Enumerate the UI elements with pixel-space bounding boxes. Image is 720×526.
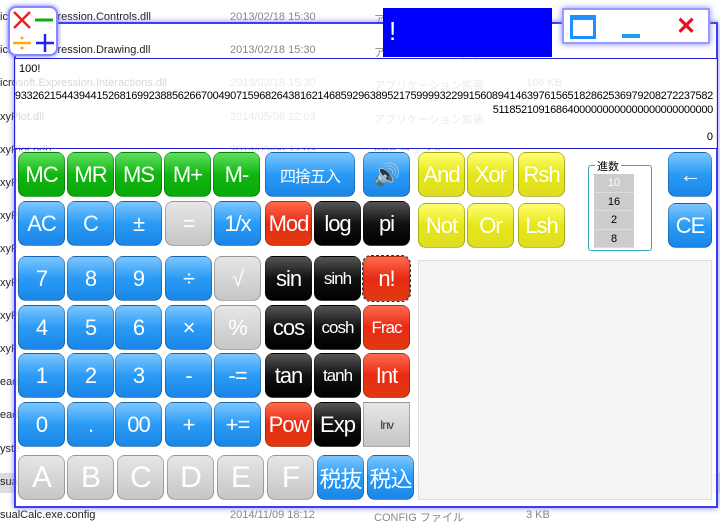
key-or-button[interactable]: Or <box>467 203 514 248</box>
key-4-button[interactable]: 4 <box>18 305 65 350</box>
key-ms-button[interactable]: MS <box>115 152 162 197</box>
maximize-icon[interactable] <box>570 15 596 39</box>
key-sinh-button[interactable]: sinh <box>314 256 361 301</box>
key-7-button[interactable]: 7 <box>18 256 65 301</box>
key-exp-button[interactable]: Exp <box>314 402 361 447</box>
history-panel <box>418 260 712 500</box>
key-sym42-button[interactable]: + <box>165 402 212 447</box>
alert-banner: ! <box>383 8 552 57</box>
app-logo-icon <box>8 6 58 56</box>
radix-option[interactable]: 2 <box>594 211 634 230</box>
key-sym61-button[interactable]: ← <box>668 152 712 197</box>
key-frac-button[interactable]: Frac <box>363 305 410 350</box>
key-m-button[interactable]: M+ <box>164 152 211 197</box>
radix-list[interactable]: 10 16 2 8 <box>594 174 634 248</box>
key-sym35-button[interactable]: -= <box>214 353 261 398</box>
radix-label: 進数 <box>595 158 621 174</box>
key-cos-button[interactable]: cos <box>265 305 312 350</box>
key-sym43-button[interactable]: += <box>214 402 261 447</box>
key-8-button[interactable]: 8 <box>67 256 114 301</box>
key-mr-button[interactable]: MR <box>67 152 114 197</box>
key-d-button[interactable]: D <box>167 455 214 500</box>
result-text: 9332621544394415268169923885626670049071… <box>14 90 713 116</box>
key-sym9-button[interactable]: ± <box>115 201 162 246</box>
key-1-button[interactable]: 1 <box>18 353 65 398</box>
file-type: CONFIG ファイル <box>374 512 464 524</box>
key-f-button[interactable]: F <box>267 455 314 500</box>
key-c-button[interactable]: C <box>67 201 114 246</box>
key-sin-button[interactable]: sin <box>265 256 312 301</box>
radix-group: 進数 10 16 2 8 <box>588 158 652 251</box>
key-sym6-button[interactable]: 🔊 <box>363 152 410 197</box>
radix-option[interactable]: 10 <box>594 174 634 193</box>
file-size: 3 KB <box>526 509 550 521</box>
key-rsh-button[interactable]: Rsh <box>518 152 565 197</box>
close-icon[interactable]: ✕ <box>676 12 696 41</box>
key-lsh-button[interactable]: Lsh <box>518 203 565 248</box>
key-int-button[interactable]: Int <box>363 353 410 398</box>
key-sym27-button[interactable]: % <box>214 305 261 350</box>
key-ce-button[interactable]: CE <box>668 203 712 248</box>
key-m-button[interactable]: M- <box>213 152 260 197</box>
key-5-button[interactable]: 5 <box>67 305 114 350</box>
key-log-button[interactable]: log <box>314 201 361 246</box>
file-name: sualCalc.exe.config <box>0 509 96 521</box>
key-c-button[interactable]: C <box>117 455 164 500</box>
key-sym53-button[interactable]: 税抜 <box>317 455 364 500</box>
key-cosh-button[interactable]: cosh <box>314 305 361 350</box>
key-b-button[interactable]: B <box>67 455 114 500</box>
key-sym40-button[interactable]: . <box>67 402 114 447</box>
key-6-button[interactable]: 6 <box>115 305 162 350</box>
key-mod-button[interactable]: Mod <box>265 201 312 246</box>
key-not-button[interactable]: Not <box>418 203 465 248</box>
key-00-button[interactable]: 00 <box>115 402 162 447</box>
key-xor-button[interactable]: Xor <box>467 152 514 197</box>
key-and-button[interactable]: And <box>418 152 465 197</box>
key-9-button[interactable]: 9 <box>115 256 162 301</box>
key-mc-button[interactable]: MC <box>18 152 65 197</box>
key-pi-button[interactable]: pi <box>363 201 410 246</box>
key-sym34-button[interactable]: - <box>165 353 212 398</box>
file-row[interactable]: sualCalc.exe.config 2014/11/09 18:12 CONFI… <box>0 506 720 526</box>
radix-option[interactable]: 16 <box>594 193 634 211</box>
radix-option[interactable]: 8 <box>594 230 634 248</box>
key-0-button[interactable]: 0 <box>18 402 65 447</box>
key-a-button[interactable]: A <box>18 455 65 500</box>
key-inv-button[interactable]: Inv <box>363 402 410 447</box>
minimize-icon[interactable] <box>622 34 640 38</box>
window-controls: ✕ <box>562 8 710 44</box>
key-ac-button[interactable]: AC <box>18 201 65 246</box>
expression-text: 100! <box>19 63 41 75</box>
key-2-button[interactable]: 2 <box>67 353 114 398</box>
key-sym19-button[interactable]: √ <box>214 256 261 301</box>
calculator-display: 100! 93326215443944152681699238856266700… <box>14 58 718 149</box>
key-e-button[interactable]: E <box>217 455 264 500</box>
key-n-button[interactable]: n! <box>362 255 411 302</box>
key-tan-button[interactable]: tan <box>265 353 312 398</box>
key-pow-button[interactable]: Pow <box>265 402 312 447</box>
key-sym18-button[interactable]: ÷ <box>165 256 212 301</box>
key-sym54-button[interactable]: 税込 <box>367 455 414 500</box>
key-sym26-button[interactable]: × <box>165 305 212 350</box>
key-sym10-button[interactable]: = <box>165 201 212 246</box>
current-value: 0 <box>706 131 713 143</box>
file-date: 2014/11/09 18:12 <box>230 509 315 521</box>
key-tanh-button[interactable]: tanh <box>314 353 361 398</box>
key-sym5-button[interactable]: 四捨五入 <box>265 152 355 197</box>
key-1x-button[interactable]: 1/x <box>214 201 261 246</box>
key-3-button[interactable]: 3 <box>115 353 162 398</box>
